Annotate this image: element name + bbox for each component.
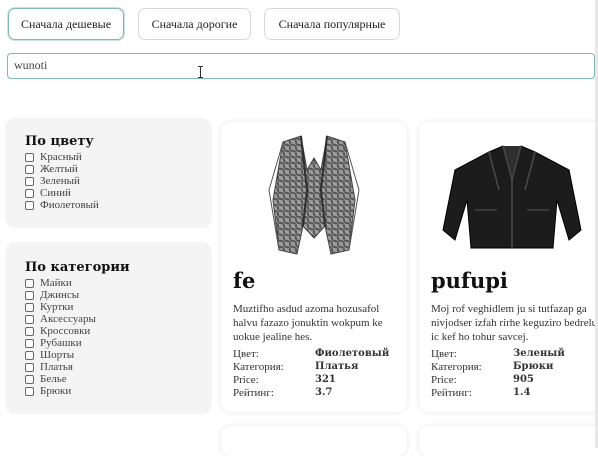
category-filter-title: По категории (25, 260, 130, 275)
checkbox[interactable] (25, 326, 34, 336)
checkbox[interactable] (25, 338, 34, 348)
filter-option-color[interactable]: Фиолетовый (25, 199, 212, 211)
checkbox[interactable] (25, 386, 34, 396)
spec-value-category: Платья (315, 361, 359, 372)
text-cursor-icon (198, 66, 203, 78)
filter-option-category[interactable]: Джинсы (25, 289, 212, 301)
sort-cheap-button[interactable]: Сначала дешевые (8, 8, 124, 40)
spec-label-rating: Рейтинг: (233, 387, 274, 399)
option-label: Брюки (40, 385, 72, 397)
product-description: Muztifho asdud azoma hozusafol halvu faz… (233, 303, 383, 343)
product-card[interactable]: pufupi Moj rof veghidlem ju si tutfazap … (419, 122, 598, 412)
filter-option-color[interactable]: Желтый (25, 163, 212, 175)
product-name[interactable]: fe (233, 268, 255, 293)
checkbox[interactable] (25, 290, 34, 300)
filter-option-color[interactable]: Красный (25, 151, 212, 163)
option-label: Джинсы (40, 289, 80, 301)
spec-label-price: Price: (431, 374, 457, 386)
option-label: Зеленый (40, 175, 80, 187)
product-description: Moj rof veghidlem ju si tutfazap ga nivj… (431, 303, 598, 343)
filter-option-category[interactable]: Платья (25, 361, 212, 373)
checkbox[interactable] (25, 200, 34, 210)
option-label: Кроссовки (40, 325, 91, 337)
product-specs: Цвет: Фиолетовый Категория: Платья Price: 3… (233, 348, 403, 400)
filter-option-category[interactable]: Кроссовки (25, 325, 212, 337)
product-specs: Цвет: Зеленый Категория: Брюки Price: 905 Р… (431, 348, 598, 400)
filter-option-category[interactable]: Майки (25, 277, 212, 289)
checkbox[interactable] (25, 188, 34, 198)
filter-option-color[interactable]: Синий (25, 187, 212, 199)
spec-label-color: Цвет: (431, 348, 457, 360)
checkbox[interactable] (25, 278, 34, 288)
filter-option-category[interactable]: Белье (25, 373, 212, 385)
checkbox[interactable] (25, 374, 34, 384)
option-label: Майки (40, 277, 72, 289)
leather-jacket-icon (442, 145, 582, 249)
option-label: Белье (40, 373, 67, 385)
color-filter-panel: По цвету Красный Желтый Зеленый Синий Фи… (5, 118, 212, 228)
search-input[interactable]: wunoti (7, 53, 595, 79)
spec-value-rating: 1.4 (513, 387, 531, 398)
product-card[interactable] (221, 426, 407, 456)
checkbox[interactable] (25, 176, 34, 186)
option-label: Куртки (40, 301, 74, 313)
checkbox[interactable] (25, 350, 34, 360)
spec-label-category: Категория: (431, 361, 482, 373)
spec-value-rating: 3.7 (315, 387, 333, 398)
filter-option-category[interactable]: Брюки (25, 385, 212, 397)
product-name[interactable]: pufupi (431, 268, 508, 293)
spec-label-price: Price: (233, 374, 259, 386)
product-card[interactable]: fe Muztifho asdud azoma hozusafol halvu … (221, 122, 407, 412)
spec-label-color: Цвет: (233, 348, 259, 360)
checkbox[interactable] (25, 164, 34, 174)
spec-value-color: Фиолетовый (315, 348, 390, 359)
spec-value-color: Зеленый (513, 348, 565, 359)
spec-value-price: 905 (513, 374, 534, 385)
sort-popular-button[interactable]: Сначала популярные (264, 8, 400, 40)
color-filter-title: По цвету (25, 134, 94, 149)
spec-label-rating: Рейтинг: (431, 387, 472, 399)
spec-label-category: Категория: (233, 361, 284, 373)
filter-option-category[interactable]: Куртки (25, 301, 212, 313)
option-label: Рубашки (40, 337, 82, 349)
option-label: Красный (40, 151, 82, 163)
category-filter-panel: По категории Майки Джинсы Куртки Аксессу… (5, 242, 212, 414)
spec-value-price: 321 (315, 374, 336, 385)
product-card[interactable] (419, 426, 598, 456)
checkbox[interactable] (25, 362, 34, 372)
spec-value-category: Брюки (513, 361, 554, 372)
filter-option-category[interactable]: Рубашки (25, 337, 212, 349)
option-label: Синий (40, 187, 71, 199)
option-label: Аксессуары (40, 313, 96, 325)
checkbox[interactable] (25, 314, 34, 324)
option-label: Шорты (40, 349, 75, 361)
option-label: Желтый (40, 163, 78, 175)
option-label: Фиолетовый (40, 199, 99, 211)
filter-option-color[interactable]: Зеленый (25, 175, 212, 187)
plaid-scarf-coat-icon (268, 135, 360, 255)
option-label: Платья (40, 361, 73, 373)
sort-expensive-button[interactable]: Сначала дорогие (138, 8, 251, 40)
filter-option-category[interactable]: Аксессуары (25, 313, 212, 325)
checkbox[interactable] (25, 152, 34, 162)
filter-option-category[interactable]: Шорты (25, 349, 212, 361)
checkbox[interactable] (25, 302, 34, 312)
